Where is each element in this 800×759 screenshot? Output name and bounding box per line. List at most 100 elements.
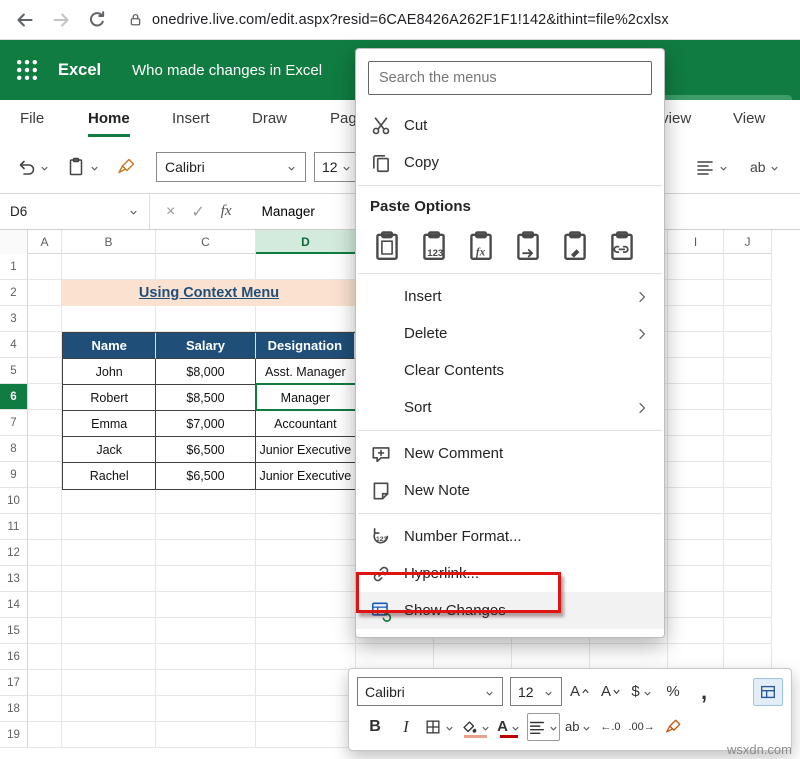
paste-option-paste-formatting[interactable] — [556, 221, 596, 261]
paste-option-paste-formulas[interactable]: fx — [462, 221, 502, 261]
tab-home[interactable]: Home — [88, 110, 130, 137]
bold-button[interactable]: B — [362, 713, 388, 741]
row-header-16[interactable]: 16 — [0, 644, 28, 670]
alignment-button[interactable] — [695, 157, 729, 177]
refresh-icon[interactable] — [86, 9, 108, 31]
cancel-icon[interactable]: × — [166, 203, 175, 221]
table-cell[interactable]: $6,500 — [156, 437, 255, 463]
menu-item-sort[interactable]: Sort — [356, 389, 664, 426]
menu-item-delete[interactable]: Delete — [356, 315, 664, 352]
mini-wrap-text-button[interactable]: ab — [565, 713, 592, 741]
table-cell[interactable]: Junior Executive — [256, 463, 355, 489]
paste-button[interactable] — [66, 157, 100, 177]
font-color-button[interactable]: A — [496, 713, 522, 741]
italic-button[interactable]: I — [393, 713, 419, 741]
row-header-11[interactable]: 11 — [0, 514, 28, 540]
wrap-text-glyph: ab — [750, 159, 766, 175]
table-cell[interactable]: $8,000 — [156, 359, 255, 385]
row-header-19[interactable]: 19 — [0, 722, 28, 748]
mini-alignment-button[interactable] — [527, 713, 560, 741]
col-header-a[interactable]: A — [28, 230, 62, 254]
table-cell[interactable]: $8,500 — [156, 385, 255, 411]
col-header-c[interactable]: C — [156, 230, 256, 254]
fill-color-button[interactable] — [460, 713, 491, 741]
tab-view[interactable]: View — [733, 110, 765, 134]
wrap-text-button[interactable]: ab — [750, 159, 780, 175]
table-cell[interactable]: $6,500 — [156, 463, 255, 489]
grow-font-button[interactable]: A — [567, 678, 593, 706]
insert-function-icon[interactable]: fx — [221, 203, 232, 220]
row-header-15[interactable]: 15 — [0, 618, 28, 644]
col-header-b[interactable]: B — [62, 230, 156, 254]
borders-button[interactable] — [424, 713, 455, 741]
undo-button[interactable] — [16, 157, 50, 177]
row-header-17[interactable]: 17 — [0, 670, 28, 696]
table-cell[interactable]: Robert — [63, 385, 156, 411]
url-text[interactable]: onedrive.live.com/edit.aspx?resid=6CAE84… — [152, 12, 669, 28]
percent-format-button[interactable]: % — [660, 678, 686, 706]
col-header-d[interactable]: D — [256, 230, 356, 254]
table-cell[interactable]: Asst. Manager — [256, 359, 355, 385]
row-header-18[interactable]: 18 — [0, 696, 28, 722]
shrink-font-button[interactable]: A — [598, 678, 624, 706]
formula-bar-value[interactable]: Manager — [262, 204, 315, 219]
row-header-14[interactable]: 14 — [0, 592, 28, 618]
menu-search-input[interactable] — [368, 61, 652, 95]
row-header-2[interactable]: 2 — [0, 280, 28, 306]
table-cell[interactable]: Junior Executive — [256, 437, 355, 463]
col-header-j[interactable]: J — [724, 230, 772, 254]
row-header-8[interactable]: 8 — [0, 436, 28, 462]
tab-file[interactable]: File — [20, 110, 44, 134]
paste-option-paste-link[interactable] — [603, 221, 643, 261]
app-name[interactable]: Excel — [58, 61, 101, 80]
back-icon[interactable] — [14, 9, 36, 31]
select-all-corner[interactable] — [0, 230, 28, 254]
tab-draw[interactable]: Draw — [252, 110, 287, 134]
table-cell[interactable]: Accountant — [256, 411, 355, 437]
row-header-9[interactable]: 9 — [0, 462, 28, 488]
row-header-10[interactable]: 10 — [0, 488, 28, 514]
menu-item-clear-contents[interactable]: Clear Contents — [356, 352, 664, 389]
merge-cells-button[interactable] — [753, 678, 783, 706]
mini-font-size-select[interactable]: 12 — [510, 677, 562, 706]
row-header-3[interactable]: 3 — [0, 306, 28, 332]
row-header-7[interactable]: 7 — [0, 410, 28, 436]
table-cell[interactable]: Jack — [63, 437, 156, 463]
row-header-1[interactable]: 1 — [0, 254, 28, 280]
row-header-5[interactable]: 5 — [0, 358, 28, 384]
menu-item-new-note[interactable]: New Note — [356, 472, 664, 509]
paste-option-paste-values[interactable]: 123 — [415, 221, 455, 261]
row-header-12[interactable]: 12 — [0, 540, 28, 566]
paste-option-paste-transpose[interactable] — [509, 221, 549, 261]
mini-font-name-select[interactable]: Calibri — [357, 677, 503, 706]
menu-item-new-comment[interactable]: New Comment — [356, 435, 664, 472]
font-name-select[interactable]: Calibri — [156, 152, 306, 182]
row-header-13[interactable]: 13 — [0, 566, 28, 592]
table-cell[interactable]: Rachel — [63, 463, 156, 489]
menu-item-cut[interactable]: Cut — [356, 107, 664, 144]
enter-icon[interactable]: ✓ — [191, 202, 204, 222]
tab-insert[interactable]: Insert — [172, 110, 210, 134]
table-cell[interactable]: Emma — [63, 411, 156, 437]
comma-format-button[interactable]: , — [691, 678, 717, 706]
table-cell[interactable]: John — [63, 359, 156, 385]
col-header-i[interactable]: I — [668, 230, 724, 254]
row-header-6[interactable]: 6 — [0, 384, 28, 410]
decrease-decimal-button[interactable]: ←.0 — [597, 713, 623, 741]
app-launcher-icon[interactable] — [14, 57, 40, 83]
menu-item-number-format[interactable]: 123Number Format... — [356, 518, 664, 555]
increase-decimal-button[interactable]: .00→ — [628, 713, 654, 741]
mini-format-painter-button[interactable] — [660, 713, 686, 741]
currency-format-button[interactable]: $ — [629, 678, 655, 706]
document-title[interactable]: Who made changes in Excel — [132, 62, 322, 79]
address-bar[interactable]: onedrive.live.com/edit.aspx?resid=6CAE84… — [128, 12, 669, 28]
table-cell[interactable]: $7,000 — [156, 411, 255, 437]
menu-item-insert[interactable]: Insert — [356, 278, 664, 315]
paste-option-paste[interactable] — [368, 221, 408, 261]
font-size-select[interactable]: 12 — [314, 152, 360, 182]
format-painter-button[interactable] — [116, 157, 136, 177]
menu-item-copy[interactable]: Copy — [356, 144, 664, 181]
name-box[interactable]: D6 — [0, 194, 150, 229]
row-header-4[interactable]: 4 — [0, 332, 28, 358]
menu-item-label: Cut — [404, 117, 427, 134]
